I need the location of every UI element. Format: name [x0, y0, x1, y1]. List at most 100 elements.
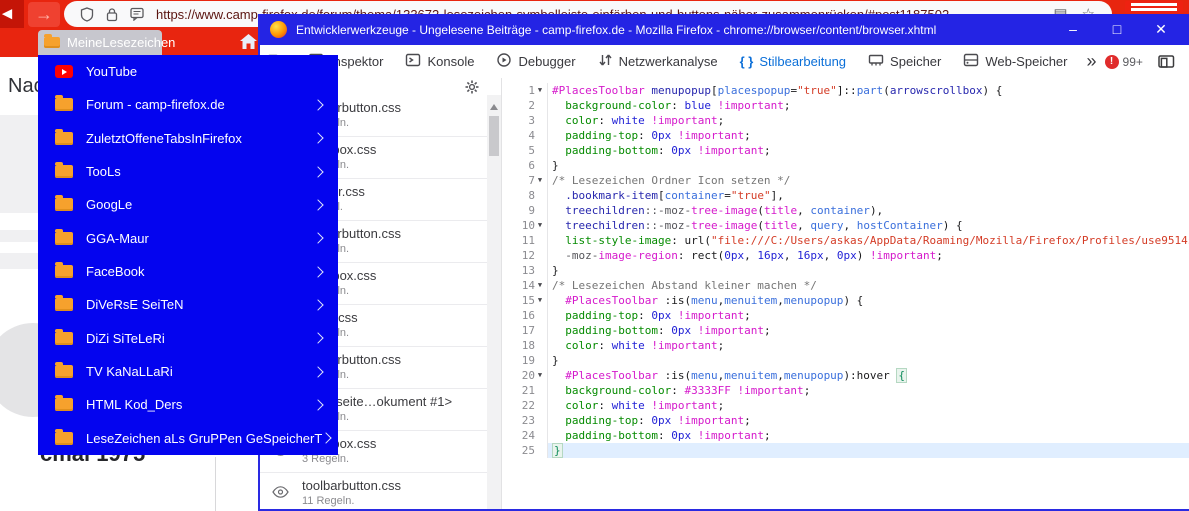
code-line[interactable]: 21 background-color: #3333FF !important; [502, 383, 1189, 398]
scroll-up-arrow-icon[interactable] [490, 100, 498, 110]
visibility-eye-icon[interactable] [272, 485, 289, 503]
bookmark-menu-item[interactable]: GGA-Maur [38, 222, 338, 255]
code-text[interactable]: background-color: blue !important; [548, 98, 1189, 113]
code-text[interactable]: treechildren::-moz-tree-image(title, con… [548, 203, 1189, 218]
fold-arrow-icon[interactable]: ▼ [535, 83, 545, 98]
code-line[interactable]: 22 color: white !important; [502, 398, 1189, 413]
more-tabs-icon[interactable]: » [1079, 51, 1105, 72]
bookmark-menu-item[interactable]: ZuletztOffeneTabsInFirefox [38, 122, 338, 155]
code-line[interactable]: 6} [502, 158, 1189, 173]
bookmark-menu-item[interactable]: YouTube [38, 55, 338, 88]
code-text[interactable]: -moz-image-region: rect(0px, 16px, 16px,… [548, 248, 1189, 263]
permissions-message-icon[interactable] [130, 7, 144, 21]
code-line[interactable]: 12 -moz-image-region: rect(0px, 16px, 16… [502, 248, 1189, 263]
code-text[interactable]: /* Lesezeichen Abstand kleiner machen */ [548, 278, 1189, 293]
code-text[interactable]: background-color: #3333FF !important; [548, 383, 1189, 398]
minimize-button[interactable]: – [1051, 21, 1095, 38]
code-line[interactable]: 20▼ #PlacesToolbar :is(menu,menuitem,men… [502, 368, 1189, 383]
code-line[interactable]: 13} [502, 263, 1189, 278]
code-line[interactable]: 19} [502, 353, 1189, 368]
code-line[interactable]: 14▼/* Lesezeichen Abstand kleiner machen… [502, 278, 1189, 293]
code-line[interactable]: 2 background-color: blue !important; [502, 98, 1189, 113]
code-text[interactable]: color: white !important; [548, 398, 1189, 413]
code-text[interactable]: list-style-image: url("file:///C:/Users/… [548, 233, 1189, 248]
lock-icon[interactable] [106, 7, 118, 22]
code-line[interactable]: 10▼ treechildren::-moz-tree-image(title,… [502, 218, 1189, 233]
home-icon[interactable] [239, 33, 258, 55]
bookmark-menu-item[interactable]: LeseZeichen aLs GruPPen GeSpeicherT [38, 422, 338, 455]
code-text[interactable]: padding-bottom: 0px !important; [548, 143, 1189, 158]
code-text[interactable]: color: white !important; [548, 338, 1189, 353]
code-text[interactable]: /* Lesezeichen Ordner Icon setzen */ [548, 173, 1189, 188]
error-count-badge[interactable]: ! 99+ [1105, 55, 1143, 69]
scrollbar-thumb[interactable] [489, 116, 499, 156]
code-text[interactable]: #PlacesToolbar :is(menu,menuitem,menupop… [548, 293, 1189, 308]
code-text[interactable]: color: white !important; [548, 113, 1189, 128]
bookmark-menu-item[interactable]: GoogLe [38, 188, 338, 221]
devtools-toolbar: InspektorKonsoleDebuggerNetzwerkanalyse{… [260, 45, 1189, 79]
shield-icon[interactable] [80, 7, 94, 22]
code-line[interactable]: 23 padding-top: 0px !important; [502, 413, 1189, 428]
fold-arrow-icon[interactable]: ▼ [535, 218, 545, 233]
code-text[interactable]: padding-top: 0px !important; [548, 308, 1189, 323]
code-line[interactable]: 18 color: white !important; [502, 338, 1189, 353]
code-text[interactable]: treechildren::-moz-tree-image(title, que… [548, 218, 1189, 233]
folder-icon [55, 265, 73, 278]
bookmark-menu-item[interactable]: TV KaNaLLaRi [38, 355, 338, 388]
code-line[interactable]: 16 padding-top: 0px !important; [502, 308, 1189, 323]
code-line[interactable]: 1▼#PlacesToolbar menupopup[placespopup="… [502, 83, 1189, 98]
tab-konsole[interactable]: Konsole [394, 45, 485, 78]
close-button[interactable]: ✕ [1139, 21, 1183, 38]
line-number-gutter: 19 [502, 353, 548, 368]
code-text[interactable]: } [548, 353, 1189, 368]
code-text[interactable]: padding-top: 0px !important; [548, 128, 1189, 143]
code-line[interactable]: 8 .bookmark-item[container="true"], [502, 188, 1189, 203]
fold-arrow-icon[interactable]: ▼ [535, 173, 545, 188]
code-text[interactable]: } [548, 158, 1189, 173]
code-line[interactable]: 9 treechildren::-moz-tree-image(title, c… [502, 203, 1189, 218]
stylesheet-item[interactable]: toolbarbutton.css11 Regeln. [260, 473, 487, 509]
back-button[interactable]: ◄ [0, 0, 24, 28]
code-text[interactable]: padding-bottom: 0px !important; [548, 323, 1189, 338]
folder-icon [55, 98, 73, 111]
bookmark-menu-item[interactable]: DiVeRsE SeiTeN [38, 288, 338, 321]
fold-arrow-icon[interactable]: ▼ [535, 368, 545, 383]
bookmark-menu-item[interactable]: Forum - camp-firefox.de [38, 88, 338, 121]
extension-icon[interactable] [1125, 1, 1183, 13]
bookmarks-folder-button[interactable]: MeineLesezeichen [38, 30, 162, 55]
code-line[interactable]: 5 padding-bottom: 0px !important; [502, 143, 1189, 158]
code-line[interactable]: 25} [502, 443, 1189, 458]
bookmark-menu-item[interactable]: TooLs [38, 155, 338, 188]
bookmark-menu-item[interactable]: DiZi SiTeLeRi [38, 322, 338, 355]
code-text[interactable]: } [548, 443, 1189, 458]
fold-arrow-icon[interactable]: ▼ [535, 278, 545, 293]
bookmark-menu-item[interactable]: HTML Kod_Ders [38, 388, 338, 421]
devtools-titlebar[interactable]: Entwicklerwerkzeuge - Ungelesene Beiträg… [260, 14, 1189, 45]
responsive-design-icon[interactable] [1158, 54, 1175, 69]
code-line[interactable]: 11 list-style-image: url("file:///C:/Use… [502, 233, 1189, 248]
maximize-button[interactable]: □ [1095, 21, 1139, 38]
code-line[interactable]: 7▼/* Lesezeichen Ordner Icon setzen */ [502, 173, 1189, 188]
tab-speicher[interactable]: Speicher [857, 45, 952, 78]
code-line[interactable]: 17 padding-bottom: 0px !important; [502, 323, 1189, 338]
code-line[interactable]: 24 padding-bottom: 0px !important; [502, 428, 1189, 443]
code-line[interactable]: 15▼ #PlacesToolbar :is(menu,menuitem,men… [502, 293, 1189, 308]
sidebar-scrollbar[interactable] [487, 95, 501, 509]
tab-netzwerkanalyse[interactable]: Netzwerkanalyse [587, 45, 729, 78]
tab-stilbearbeitung[interactable]: { }Stilbearbeitung [729, 45, 857, 78]
fold-arrow-icon[interactable]: ▼ [535, 293, 545, 308]
code-text[interactable]: padding-top: 0px !important; [548, 413, 1189, 428]
folder-icon [55, 232, 73, 245]
code-line[interactable]: 3 color: white !important; [502, 113, 1189, 128]
css-source-editor[interactable]: 1▼#PlacesToolbar menupopup[placespopup="… [502, 78, 1189, 509]
code-text[interactable]: } [548, 263, 1189, 278]
code-text[interactable]: .bookmark-item[container="true"], [548, 188, 1189, 203]
forward-button[interactable]: → [28, 2, 60, 27]
code-text[interactable]: padding-bottom: 0px !important; [548, 428, 1189, 443]
tab-web-speicher[interactable]: Web-Speicher [952, 45, 1078, 78]
code-text[interactable]: #PlacesToolbar menupopup[placespopup="tr… [548, 83, 1189, 98]
bookmark-menu-item[interactable]: FaceBook [38, 255, 338, 288]
tab-debugger[interactable]: Debugger [485, 45, 586, 78]
code-text[interactable]: #PlacesToolbar :is(menu,menuitem,menupop… [548, 368, 1189, 383]
code-line[interactable]: 4 padding-top: 0px !important; [502, 128, 1189, 143]
